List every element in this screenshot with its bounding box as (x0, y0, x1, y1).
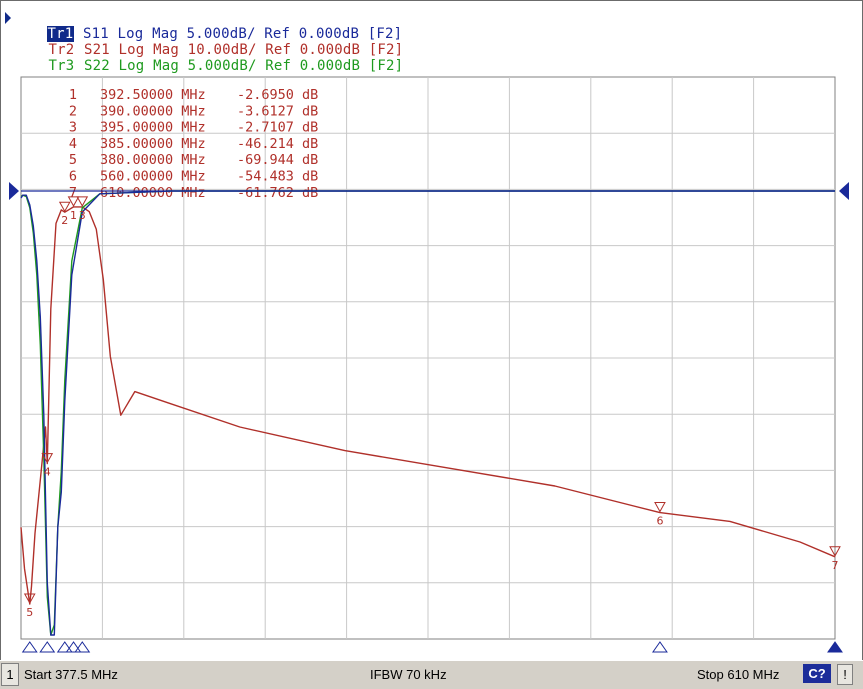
marker-table-value: -69.944 dB (237, 152, 318, 168)
marker-4-label: 4 (44, 466, 51, 479)
stop-frequency[interactable]: Stop 610 MHz (697, 666, 779, 684)
marker-table-freq: 380.00000 MHz (100, 152, 206, 168)
stimulus-marker-4-icon (39, 641, 56, 653)
marker-table-freq: 390.00000 MHz (100, 103, 206, 119)
marker-table-num: 1 (69, 87, 77, 103)
marker-7-label: 7 (832, 559, 839, 572)
marker-table: 1 392.50000 MHz -2.6950 dB 2 390.00000 MHz -3… (69, 87, 318, 201)
channel-indicator[interactable]: 1 (1, 663, 19, 686)
marker-table-value: -46.214 dB (237, 136, 318, 152)
marker-5-label: 5 (26, 606, 33, 619)
calibration-badge[interactable]: C? (803, 664, 831, 683)
marker-table-freq: 392.50000 MHz (100, 87, 206, 103)
marker-table-freq: 560.00000 MHz (100, 169, 206, 185)
marker-table-freq: 385.00000 MHz (100, 136, 206, 152)
marker-table-value: -3.6127 dB (237, 103, 318, 119)
reference-right-arrow-icon (839, 182, 849, 200)
marker-table-num: 5 (69, 152, 77, 168)
marker-table-num: 6 (69, 169, 77, 185)
stimulus-marker-5-icon (21, 641, 38, 653)
warning-indicator[interactable]: ! (837, 664, 853, 685)
marker-2-label: 2 (61, 214, 68, 227)
stimulus-marker-7-icon (827, 641, 843, 653)
marker-table-freq: 395.00000 MHz (100, 120, 206, 136)
marker-3-label: 3 (79, 209, 86, 222)
marker-6-label: 6 (656, 515, 663, 528)
marker-table-value: -2.7107 dB (237, 120, 318, 136)
stimulus-marker-6-icon (651, 641, 668, 653)
analyzer-window: Tr1 S11 Log Mag 5.000dB/ Ref 0.000dB [F2… (0, 0, 863, 662)
reference-left-arrow-icon (9, 182, 19, 200)
marker-table-num: 3 (69, 120, 77, 136)
start-frequency[interactable]: Start 377.5 MHz (24, 666, 118, 684)
marker-table-num: 7 (69, 185, 77, 201)
marker-table-value: -61.762 dB (237, 185, 318, 201)
measurement-plot: 1 392.50000 MHz -2.6950 dB 2 390.00000 MHz -3… (9, 76, 849, 653)
marker-1-label: 1 (70, 209, 77, 222)
ifbw-value[interactable]: IFBW 70 kHz (370, 666, 447, 684)
status-bar: 1 Start 377.5 MHz IFBW 70 kHz Stop 610 M… (0, 660, 863, 689)
marker-table-value: -54.483 dB (237, 169, 318, 185)
marker-table-value: -2.6950 dB (237, 87, 318, 103)
marker-table-num: 4 (69, 136, 77, 152)
marker-table-num: 2 (69, 103, 77, 119)
